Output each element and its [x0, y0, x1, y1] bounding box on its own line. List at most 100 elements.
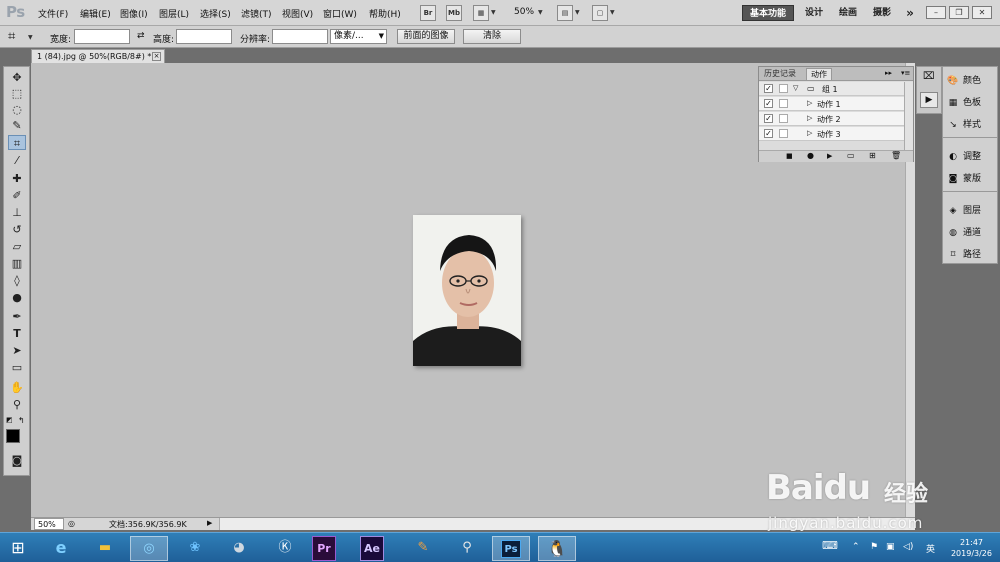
lasso-tool-icon[interactable]: ◌: [8, 102, 26, 117]
healing-brush-tool-icon[interactable]: ✚: [8, 171, 26, 186]
flag-icon[interactable]: ⚑: [870, 542, 878, 552]
expand-triangle-icon[interactable]: ▽: [793, 84, 798, 92]
dock-item-swatches[interactable]: ▦ 色板: [947, 95, 981, 108]
dock-item-layers[interactable]: ◈ 图层: [947, 203, 981, 216]
status-menu-icon[interactable]: ▶: [207, 519, 212, 527]
stop-icon[interactable]: ■: [786, 152, 793, 160]
trash-icon[interactable]: 🗑: [891, 151, 901, 160]
dialog-toggle[interactable]: [779, 99, 788, 108]
ime-indicator[interactable]: 英: [926, 542, 935, 555]
crop-tool-icon[interactable]: ⌗: [8, 135, 26, 150]
record-icon[interactable]: ●: [807, 151, 814, 160]
after-effects-icon[interactable]: Ae: [360, 536, 384, 561]
gradient-tool-icon[interactable]: ▥: [8, 256, 26, 271]
tray-expand-icon[interactable]: ⌃: [852, 542, 860, 552]
type-tool-icon[interactable]: T: [8, 326, 26, 341]
menu-filter[interactable]: 滤镜(T): [241, 7, 272, 20]
menu-image[interactable]: 图像(I): [120, 7, 148, 20]
eraser-tool-icon[interactable]: ▱: [8, 239, 26, 254]
menu-file[interactable]: 文件(F): [38, 7, 68, 20]
collapse-triangle-icon[interactable]: ▷: [807, 114, 812, 122]
dialog-toggle[interactable]: [779, 129, 788, 138]
new-action-icon[interactable]: ⊞: [869, 151, 876, 160]
swap-colors-icon[interactable]: ↰: [18, 416, 25, 425]
shape-tool-icon[interactable]: ▭: [8, 360, 26, 375]
dock-item-paths[interactable]: ⌑ 路径: [947, 247, 981, 260]
system-clock[interactable]: 21:47 2019/3/26: [951, 537, 992, 559]
collapse-panel-icon[interactable]: ▸▸: [885, 69, 892, 77]
windows-start-icon[interactable]: ⊞: [0, 536, 36, 561]
dock-item-channels[interactable]: ◍ 通道: [947, 225, 981, 238]
eyedropper-tool-icon[interactable]: ⁄: [8, 153, 26, 168]
checkmark-icon[interactable]: ✓: [764, 84, 773, 93]
mini-bridge-button[interactable]: Mb: [446, 5, 462, 21]
screen-mode-button[interactable]: ▢: [592, 5, 608, 21]
file-explorer-icon[interactable]: ▬: [86, 536, 124, 561]
blur-tool-icon[interactable]: ◊: [8, 273, 26, 288]
qq-icon[interactable]: 🐧: [538, 536, 576, 561]
browser-icon[interactable]: ◎: [130, 536, 168, 561]
history-panel-icon[interactable]: ⌧: [923, 71, 935, 82]
chevron-down-icon[interactable]: ▼: [28, 34, 33, 41]
foreground-color-swatch[interactable]: [6, 429, 20, 443]
more-workspaces-button[interactable]: »: [902, 5, 918, 21]
path-selection-tool-icon[interactable]: ➤: [8, 343, 26, 358]
checkmark-icon[interactable]: ✓: [764, 129, 773, 138]
resolution-unit-select[interactable]: 像素/... ▼: [330, 29, 387, 44]
height-input[interactable]: [176, 29, 232, 44]
brush-tool-icon[interactable]: ✐: [8, 188, 26, 203]
menu-window[interactable]: 窗口(W): [323, 7, 357, 20]
satellite-app-icon[interactable]: ⚲: [448, 536, 486, 561]
document-tab[interactable]: 1 (84).jpg @ 50%(RGB/8#) * ×: [31, 49, 165, 63]
move-tool-icon[interactable]: ✥: [8, 70, 26, 85]
panel-menu-icon[interactable]: ▾≡: [901, 69, 910, 77]
checkmark-icon[interactable]: ✓: [764, 99, 773, 108]
chevron-down-icon[interactable]: ▼: [538, 9, 543, 16]
collapse-triangle-icon[interactable]: ▷: [807, 99, 812, 107]
quick-select-tool-icon[interactable]: ✎: [8, 118, 26, 133]
close-icon[interactable]: ✕: [972, 6, 992, 19]
photoshop-task-button[interactable]: Ps: [492, 536, 530, 561]
restore-icon[interactable]: ❐: [949, 6, 969, 19]
menu-view[interactable]: 视图(V): [282, 7, 313, 20]
menu-select[interactable]: 选择(S): [200, 7, 231, 20]
menu-help[interactable]: 帮助(H): [369, 7, 401, 20]
play-icon[interactable]: ▶: [827, 152, 832, 160]
collapse-triangle-icon[interactable]: ▷: [807, 129, 812, 137]
clear-button[interactable]: 清除: [463, 29, 521, 44]
volume-icon[interactable]: ◁): [903, 542, 913, 552]
action-row[interactable]: ✓ ▷ 动作 2: [759, 112, 904, 126]
action-row[interactable]: ✓ ▷ 动作 3: [759, 127, 904, 141]
arrange-documents-button[interactable]: ▤: [557, 5, 573, 21]
dodge-tool-icon[interactable]: ●: [8, 290, 26, 305]
default-colors-icon[interactable]: ◩: [6, 416, 13, 424]
workspace-design[interactable]: 设计: [802, 5, 826, 21]
stamp-tool-icon[interactable]: ⊥: [8, 205, 26, 220]
status-zoom[interactable]: 50%: [34, 518, 64, 530]
close-icon[interactable]: ×: [152, 52, 161, 61]
dialog-toggle[interactable]: [779, 114, 788, 123]
resolution-input[interactable]: [272, 29, 328, 44]
raccoon-app-icon[interactable]: ◕: [220, 536, 258, 561]
bridge-button[interactable]: Br: [420, 5, 436, 21]
menu-layer[interactable]: 图层(L): [159, 7, 189, 20]
swap-icon[interactable]: ⇄: [137, 31, 145, 41]
workspace-photography[interactable]: 摄影: [870, 5, 894, 21]
tab-history[interactable]: 历史记录: [760, 68, 800, 80]
zoom-level[interactable]: 50%: [514, 7, 534, 17]
quick-mask-icon[interactable]: ◙: [8, 453, 26, 468]
zoom-options-icon[interactable]: ◎: [68, 519, 75, 528]
workspace-painting[interactable]: 绘画: [836, 5, 860, 21]
history-brush-tool-icon[interactable]: ↺: [8, 222, 26, 237]
kugou-icon[interactable]: Ⓚ: [266, 536, 304, 561]
chevron-down-icon[interactable]: ▼: [610, 9, 615, 16]
action-set-row[interactable]: ✓ ▽ ▭ 组 1: [759, 82, 904, 96]
width-input[interactable]: [74, 29, 130, 44]
workspace-essentials[interactable]: 基本功能: [742, 5, 794, 21]
chevron-down-icon[interactable]: ▼: [575, 9, 580, 16]
action-row[interactable]: ✓ ▷ 动作 1: [759, 97, 904, 111]
network-icon[interactable]: ▣: [886, 542, 895, 552]
dock-item-masks[interactable]: ◙ 蒙版: [947, 171, 981, 184]
actions-scrollbar[interactable]: [904, 82, 913, 150]
ie-icon[interactable]: e: [42, 536, 80, 561]
